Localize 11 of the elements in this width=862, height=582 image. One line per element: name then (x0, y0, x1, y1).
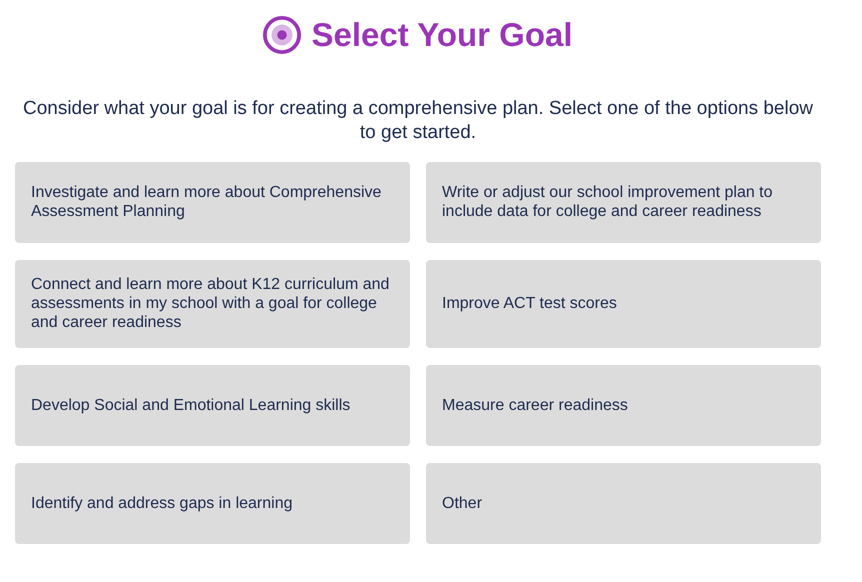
goal-option[interactable]: Improve ACT test scores (426, 260, 821, 348)
goal-option[interactable]: Investigate and learn more about Comprehensive Assessment Planning (15, 162, 410, 243)
goal-option[interactable]: Develop Social and Emotional Learning skills (15, 365, 410, 446)
page-title: Select Your Goal (311, 16, 573, 54)
intro-text: Consider what your goal is for creating a comprehensive plan. Select one of the options below to get started. (22, 97, 814, 145)
goal-option[interactable]: Identify and address gaps in learning (15, 463, 410, 544)
goal-option[interactable]: Other (426, 463, 821, 544)
goal-option[interactable]: Write or adjust our school improvement plan to include data for college and career readiness (426, 162, 821, 243)
goal-option[interactable]: Connect and learn more about K12 curriculum and assessments in my school with a goal for college and career readiness (15, 260, 410, 348)
target-icon (263, 16, 302, 54)
goal-option[interactable]: Measure career readiness (426, 365, 821, 446)
